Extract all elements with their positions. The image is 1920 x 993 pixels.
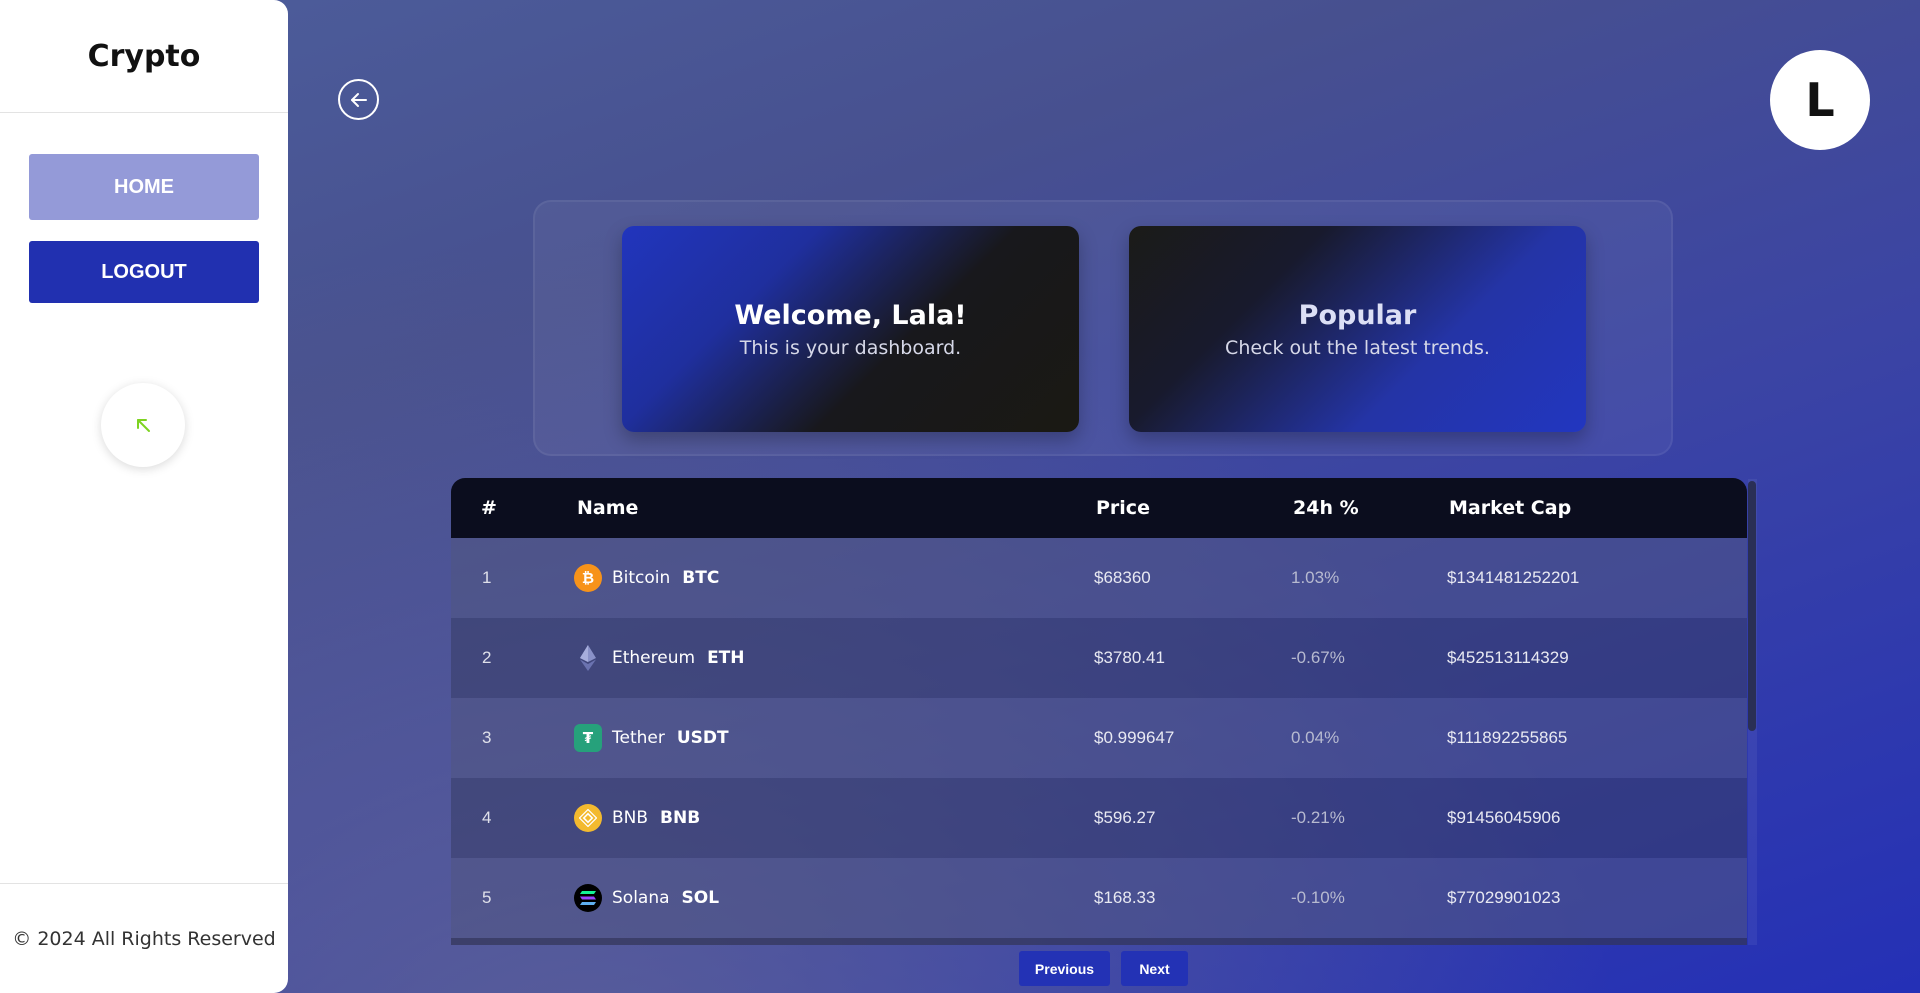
row-name: Solana SOL xyxy=(574,884,719,912)
ethereum-icon xyxy=(574,644,602,672)
previous-button[interactable]: Previous xyxy=(1019,951,1110,986)
coin-name: Tether xyxy=(612,728,665,748)
table-row[interactable]: 1 ₿ Bitcoin BTC $68360 1.03% $1341481252… xyxy=(451,538,1747,618)
row-market-cap: $77029901023 xyxy=(1447,888,1561,907)
solana-icon xyxy=(574,884,602,912)
welcome-title: Welcome, Lala! xyxy=(734,299,967,331)
coin-symbol: BTC xyxy=(682,568,720,588)
brand-title: Crypto xyxy=(0,0,288,113)
header-price: Price xyxy=(1096,497,1150,519)
row-price: $68360 xyxy=(1094,568,1151,587)
coin-name: Bitcoin xyxy=(612,568,671,588)
row-rank: 2 xyxy=(482,648,492,667)
row-name: Ethereum ETH xyxy=(574,644,745,672)
popular-card[interactable]: Popular Check out the latest trends. xyxy=(1129,226,1586,432)
arrow-left-icon xyxy=(350,92,367,107)
row-market-cap: $91456045906 xyxy=(1447,808,1561,827)
header-rank: # xyxy=(481,497,497,519)
coin-name: BNB xyxy=(612,808,649,828)
row-market-cap: $452513114329 xyxy=(1447,648,1569,667)
row-rank: 4 xyxy=(482,808,492,827)
table-row[interactable]: 5 Solana SOL $168.33 -0.10% $77029901023 xyxy=(451,858,1747,938)
row-change: -0.10% xyxy=(1291,888,1345,907)
row-change: -0.21% xyxy=(1291,808,1345,827)
row-market-cap: $111892255865 xyxy=(1447,728,1568,747)
table-row-partial xyxy=(451,938,1747,945)
back-button[interactable] xyxy=(338,79,379,120)
welcome-card: Welcome, Lala! This is your dashboard. xyxy=(622,226,1079,432)
logout-button[interactable]: LOGOUT xyxy=(29,241,259,303)
row-rank: 3 xyxy=(482,728,492,747)
welcome-subtitle: This is your dashboard. xyxy=(739,336,962,359)
header-name: Name xyxy=(577,497,639,519)
scroll-top-button[interactable] xyxy=(101,383,185,467)
coin-symbol: USDT xyxy=(676,728,729,748)
table-row[interactable]: 4 BNB BNB $596.27 -0.21% $91456045906 xyxy=(451,778,1747,858)
row-rank: 5 xyxy=(482,888,492,907)
popular-title: Popular xyxy=(1298,299,1417,331)
header-market-cap: Market Cap xyxy=(1449,497,1572,519)
row-price: $0.999647 xyxy=(1094,728,1175,747)
crypto-table: # Name Price 24h % Market Cap 1 ₿ Bitcoi… xyxy=(451,478,1747,945)
bitcoin-icon: ₿ xyxy=(574,564,602,592)
row-price: $168.33 xyxy=(1094,888,1156,907)
row-change: 1.03% xyxy=(1291,568,1340,587)
row-name: BNB BNB xyxy=(574,804,700,832)
row-price: $3780.41 xyxy=(1094,648,1165,667)
row-price: $596.27 xyxy=(1094,808,1156,827)
row-change: -0.67% xyxy=(1291,648,1345,667)
coin-symbol: BNB xyxy=(660,808,701,828)
coin-symbol: ETH xyxy=(707,648,745,668)
coin-name: Ethereum xyxy=(612,648,696,668)
home-button[interactable]: HOME xyxy=(29,154,259,220)
table-row[interactable]: 3 ₮ Tether USDT $0.999647 0.04% $1118922… xyxy=(451,698,1747,778)
row-name: ₿ Bitcoin BTC xyxy=(574,564,719,592)
coin-name: Solana xyxy=(612,888,670,908)
sidebar: Crypto HOME LOGOUT © 2024 All Rights Res… xyxy=(0,0,288,993)
table-scrollbar-thumb[interactable] xyxy=(1748,481,1756,731)
table-row[interactable]: 2 Ethereum ETH $3780.41 -0.67% $45251311… xyxy=(451,618,1747,698)
header-change: 24h % xyxy=(1293,497,1359,519)
bnb-icon xyxy=(574,804,602,832)
tether-icon: ₮ xyxy=(574,724,602,752)
row-rank: 1 xyxy=(482,568,492,587)
next-button[interactable]: Next xyxy=(1121,951,1188,986)
coin-symbol: SOL xyxy=(681,888,720,908)
row-name: ₮ Tether USDT xyxy=(574,724,729,752)
arrow-up-left-icon xyxy=(137,419,150,432)
popular-subtitle: Check out the latest trends. xyxy=(1225,336,1490,359)
avatar[interactable]: L xyxy=(1770,50,1870,150)
row-change: 0.04% xyxy=(1291,728,1340,747)
footer-copyright: © 2024 All Rights Reserved xyxy=(0,883,288,993)
row-market-cap: $1341481252201 xyxy=(1447,568,1580,587)
table-header: # Name Price 24h % Market Cap xyxy=(451,478,1747,538)
